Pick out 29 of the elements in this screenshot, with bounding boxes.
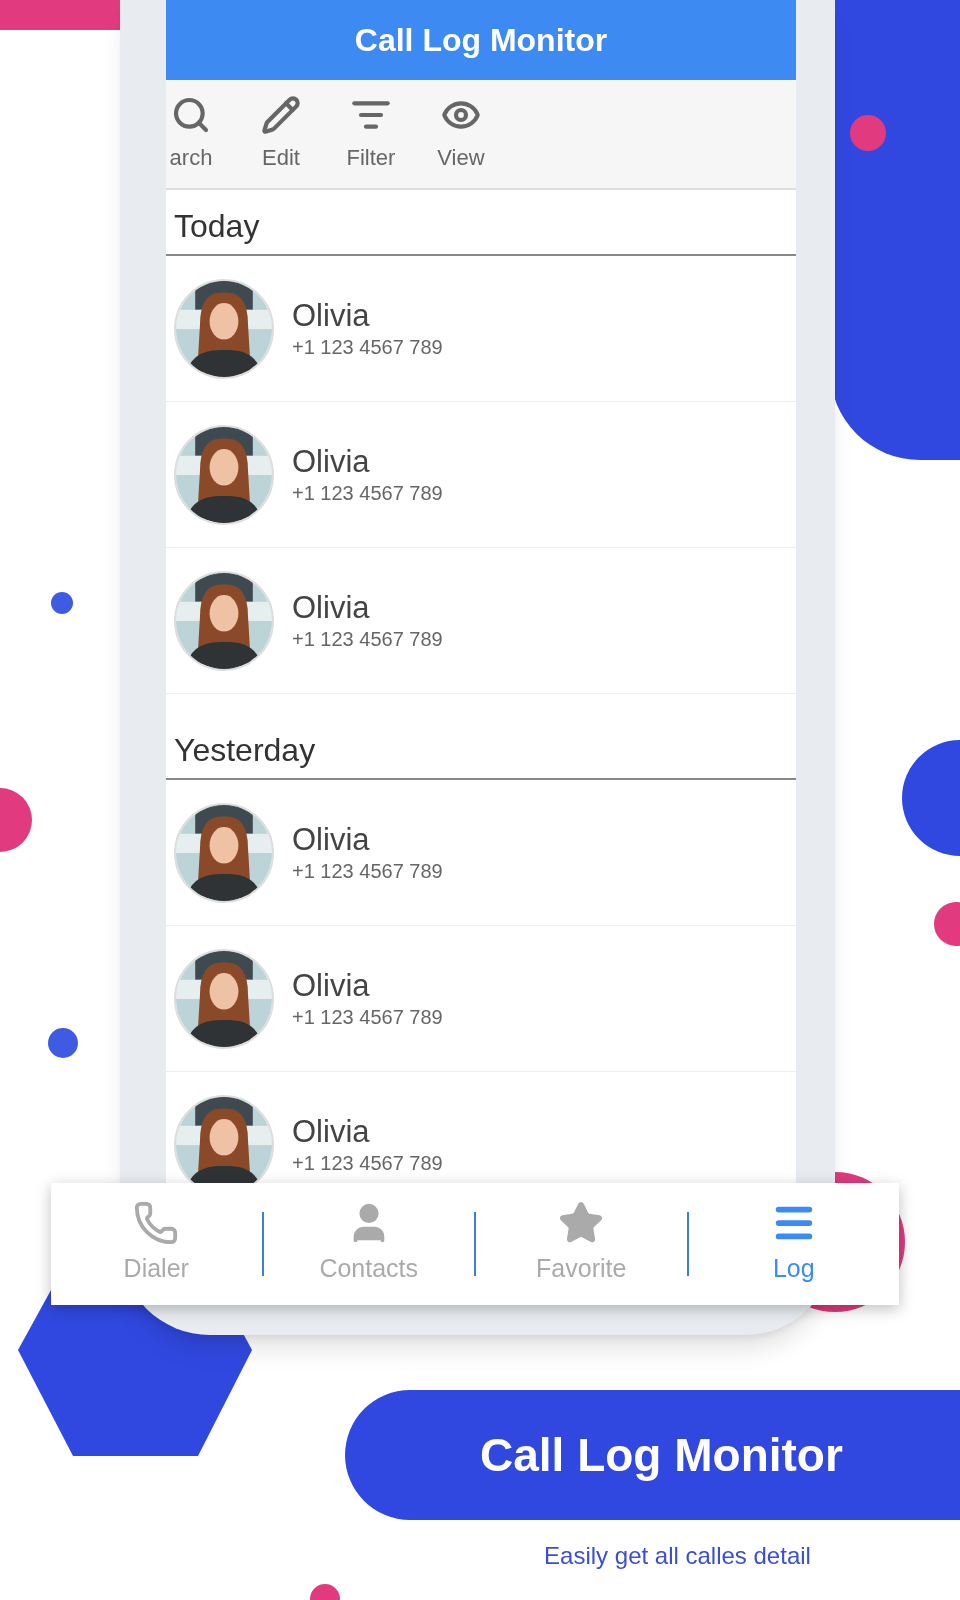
section-header: Yesterday (174, 731, 316, 770)
contact-name: Olivia (292, 821, 371, 858)
phone-number: +1 123 4567 789 (292, 334, 443, 360)
toolbar-button[interactable]: Edit (236, 80, 326, 188)
call-row[interactable]: Olivia +1 123 4567 789 (166, 256, 796, 402)
banner-subtitle: Easily get all calles detail (544, 1541, 811, 1571)
contact-name: Olivia (292, 589, 371, 626)
phone-number: +1 123 4567 789 (292, 1150, 443, 1176)
call-row[interactable]: Olivia +1 123 4567 789 (166, 780, 796, 926)
contact-name: Olivia (292, 967, 371, 1004)
banner-title: Call Log Monitor (480, 1427, 843, 1483)
contact-name: Olivia (292, 443, 371, 480)
call-row[interactable]: Olivia +1 123 4567 789 (166, 548, 796, 694)
call-row[interactable]: Olivia +1 123 4567 789 (166, 926, 796, 1072)
toolbar-button[interactable]: arch (166, 80, 236, 188)
toolbar-button[interactable]: View (416, 80, 506, 188)
contact-name: Olivia (292, 297, 371, 334)
phone-number: +1 123 4567 789 (292, 626, 443, 652)
pencil-icon (261, 94, 301, 135)
section-header: Today (174, 207, 260, 246)
phone-number: +1 123 4567 789 (292, 1004, 443, 1030)
contact-name: Olivia (292, 1113, 371, 1150)
phone-number: +1 123 4567 789 (292, 858, 443, 884)
phone-number: +1 123 4567 789 (292, 480, 443, 506)
nav-tab[interactable]: Log (688, 1200, 899, 1288)
app-title: Call Log Monitor (354, 21, 608, 60)
phone-icon (133, 1200, 180, 1247)
call-row[interactable]: Olivia +1 123 4567 789 (166, 402, 796, 548)
toolbar-button[interactable]: Filter (326, 80, 416, 188)
